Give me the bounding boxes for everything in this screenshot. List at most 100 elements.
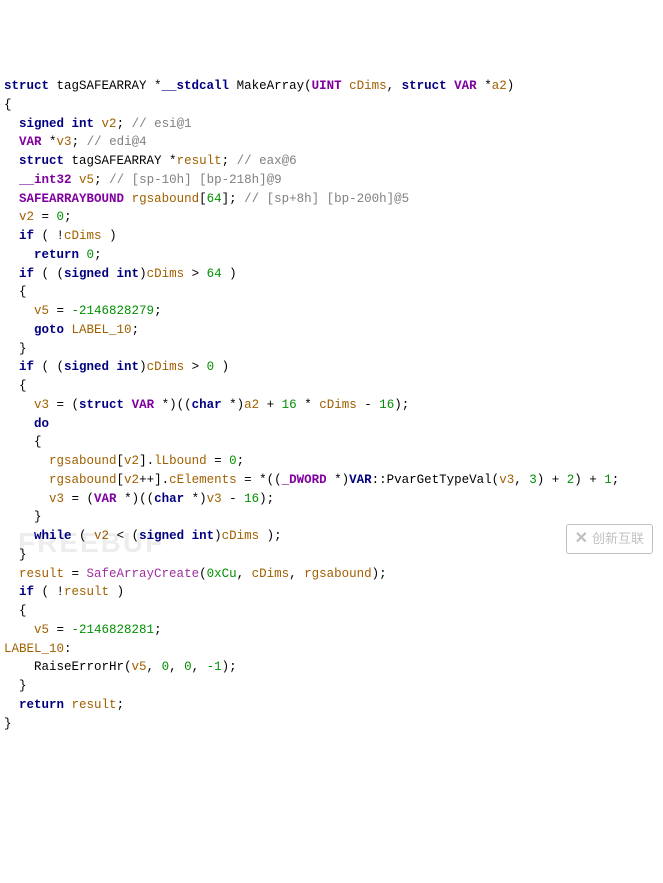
code-token: 0xCu	[207, 567, 237, 581]
code-token: 16	[244, 492, 259, 506]
code-line: result = SafeArrayCreate(0xCu, cDims, rg…	[4, 565, 659, 584]
code-token: rgsabound	[49, 473, 117, 487]
code-line: if ( !result )	[4, 583, 659, 602]
code-token: =	[49, 623, 72, 637]
code-token	[94, 117, 102, 131]
code-line: }	[4, 546, 659, 565]
code-line: if ( !cDims )	[4, 227, 659, 246]
code-token: VAR	[454, 79, 477, 93]
code-token: =	[49, 304, 72, 318]
code-token: )	[222, 267, 237, 281]
code-token: a2	[492, 79, 507, 93]
code-token: VAR	[94, 492, 117, 506]
code-token: 16	[282, 398, 297, 412]
code-token: UINT	[312, 79, 342, 93]
code-token: 3	[529, 473, 537, 487]
code-token: result	[64, 585, 109, 599]
code-token: =	[64, 567, 87, 581]
code-line: LABEL_10:	[4, 640, 659, 659]
decompiled-code-view: struct tagSAFEARRAY *__stdcall MakeArray…	[4, 77, 659, 733]
code-token: >	[184, 360, 207, 374]
code-token: a2	[244, 398, 259, 412]
code-token	[4, 267, 19, 281]
code-token: do	[34, 417, 49, 431]
code-token: }	[4, 679, 27, 693]
code-token: cDims	[252, 567, 290, 581]
code-line: {	[4, 377, 659, 396]
code-token: >	[184, 267, 207, 281]
code-token: tagSAFEARRAY *	[49, 79, 162, 93]
code-token: *	[42, 135, 57, 149]
code-token: ;	[117, 117, 132, 131]
code-token: ( !	[34, 229, 64, 243]
code-token: ;	[154, 304, 162, 318]
code-token: ) +	[537, 473, 567, 487]
code-token: ;	[94, 248, 102, 262]
code-token: = (	[49, 398, 79, 412]
code-token: -2146828279	[72, 304, 155, 318]
code-line: if ( (signed int)cDims > 0 )	[4, 358, 659, 377]
code-token: VAR	[19, 135, 42, 149]
code-token: tagSAFEARRAY *	[64, 154, 177, 168]
code-token: ( (	[34, 360, 64, 374]
code-token: *)((	[117, 492, 155, 506]
code-token: *)	[184, 492, 207, 506]
code-token: cDims	[319, 398, 357, 412]
code-token: }	[4, 342, 27, 356]
code-token: =	[34, 210, 57, 224]
code-token: ,	[289, 567, 304, 581]
code-line: VAR *v3; // edi@4	[4, 133, 659, 152]
code-token: v3	[57, 135, 72, 149]
code-token: v3	[49, 492, 64, 506]
code-token: ,	[147, 660, 162, 674]
code-token: ,	[192, 660, 207, 674]
code-token: rgsabound	[304, 567, 372, 581]
code-token: char	[192, 398, 222, 412]
code-token: v5	[79, 173, 94, 187]
code-token: v2	[102, 117, 117, 131]
code-token: LABEL_10	[72, 323, 132, 337]
code-token: ;	[117, 698, 125, 712]
code-token: RaiseErrorHr(	[4, 660, 132, 674]
code-token: }	[4, 548, 27, 562]
code-token: v5	[132, 660, 147, 674]
code-token: }	[4, 717, 12, 731]
code-token	[79, 248, 87, 262]
code-token: )	[109, 585, 124, 599]
code-token: [	[117, 473, 125, 487]
code-line: v3 = (struct VAR *)((char *)a2 + 16 * cD…	[4, 396, 659, 415]
code-token	[4, 154, 19, 168]
code-token	[4, 529, 34, 543]
code-token	[342, 79, 350, 93]
code-token: (	[72, 529, 95, 543]
code-line: v2 = 0;	[4, 208, 659, 227]
code-token: if	[19, 360, 34, 374]
code-token: struct	[4, 79, 49, 93]
code-token: if	[19, 585, 34, 599]
code-token: *	[297, 398, 320, 412]
code-token: __stdcall	[162, 79, 230, 93]
code-line: struct tagSAFEARRAY *__stdcall MakeArray…	[4, 77, 659, 96]
code-token: {	[4, 604, 27, 618]
code-token: ,	[387, 79, 402, 93]
code-token: 0	[207, 360, 215, 374]
code-token: rgsabound	[49, 454, 117, 468]
code-token: ;	[72, 135, 87, 149]
code-token: VAR	[349, 473, 372, 487]
code-token: ) +	[574, 473, 604, 487]
code-line: return 0;	[4, 246, 659, 265]
code-line: }	[4, 508, 659, 527]
code-token: {	[4, 435, 42, 449]
code-line: {	[4, 433, 659, 452]
code-token: signed int	[64, 267, 139, 281]
code-line: while ( v2 < (signed int)cDims );	[4, 527, 659, 546]
code-token: )	[139, 267, 147, 281]
code-line: return result;	[4, 696, 659, 715]
code-token: 16	[379, 398, 394, 412]
code-token: signed int	[139, 529, 214, 543]
code-token	[64, 323, 72, 337]
code-token: while	[34, 529, 72, 543]
code-line: {	[4, 283, 659, 302]
code-token: v2	[124, 473, 139, 487]
code-token: (	[199, 567, 207, 581]
